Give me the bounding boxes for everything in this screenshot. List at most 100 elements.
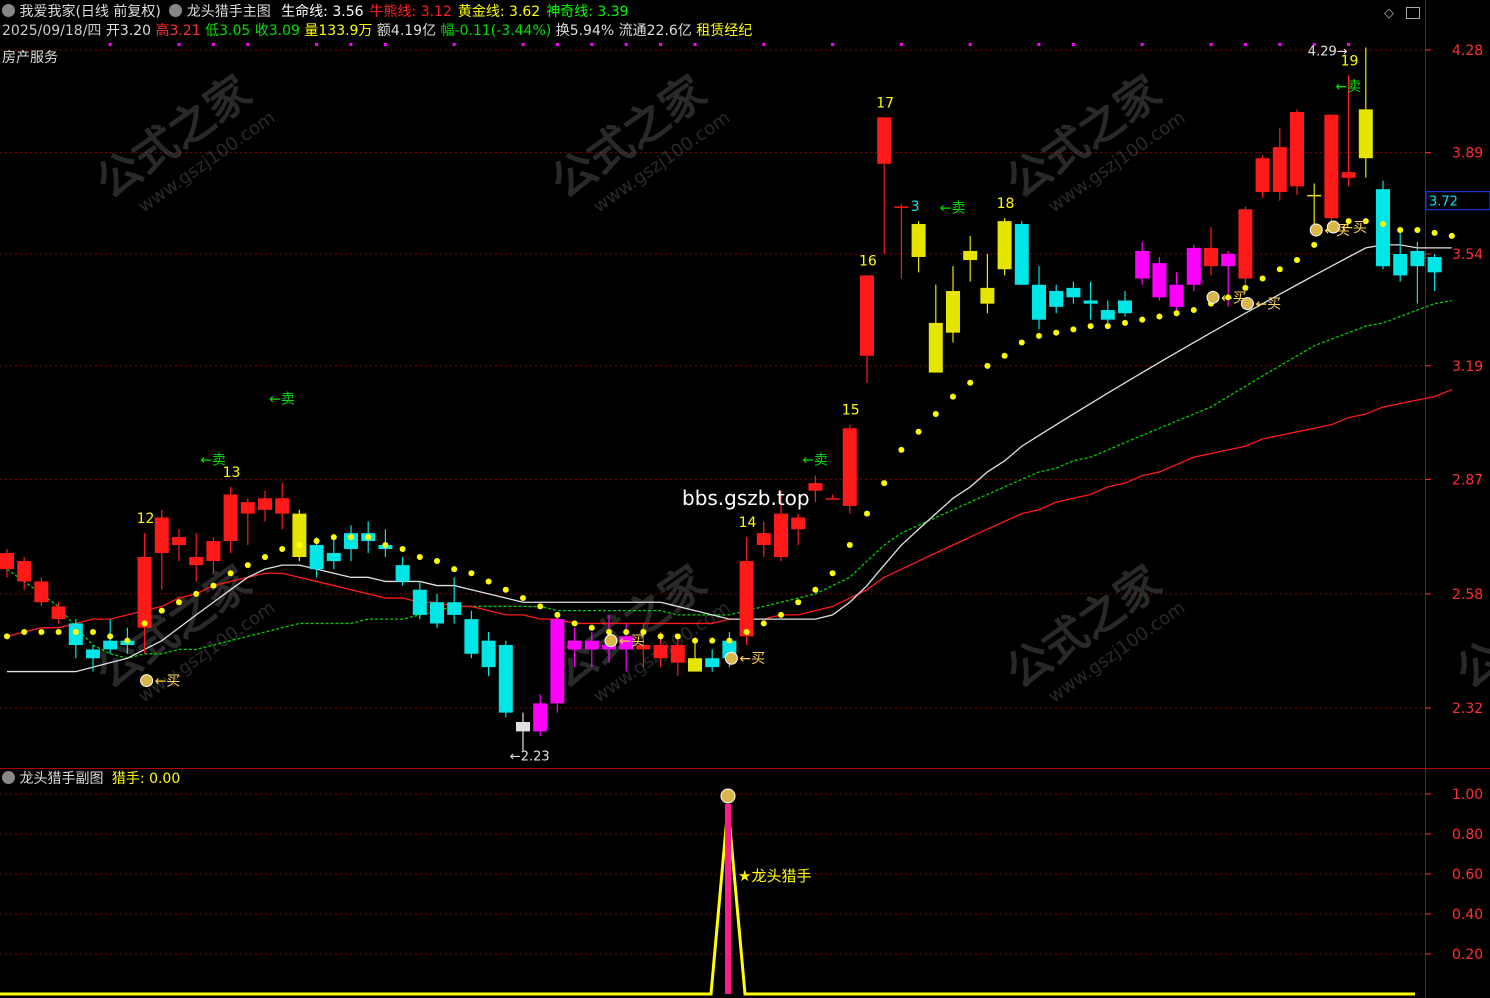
top-marker: [1071, 43, 1075, 46]
golden-dot: [193, 590, 200, 597]
golden-dot: [227, 570, 234, 577]
golden-dot: [90, 629, 96, 636]
sub-y-tick-label: 0.80: [1452, 827, 1483, 843]
golden-dot: [588, 624, 595, 631]
golden-dot: [915, 428, 922, 435]
golden-dot: [1036, 332, 1042, 339]
golden-dot: [606, 629, 612, 636]
golden-dot: [1070, 326, 1077, 333]
candle-body: [34, 581, 49, 603]
buy-signal: ←买: [1255, 297, 1281, 313]
candle-body: [137, 557, 152, 628]
count-label: 18: [997, 196, 1015, 212]
sub-y-tick-label: 1.00: [1452, 787, 1483, 803]
golden-dot: [864, 510, 870, 517]
candle-body: [550, 619, 565, 704]
sub-y-tick-label: 0.60: [1452, 867, 1483, 883]
candle-body: [103, 640, 118, 650]
candle-body: [1152, 263, 1167, 298]
candle-body: [1324, 114, 1339, 219]
sell-signal: ←卖: [269, 392, 295, 408]
money-bag-icon: [1309, 223, 1323, 237]
candle-body: [498, 645, 513, 713]
candle-body: [1393, 253, 1408, 276]
golden-dot: [898, 446, 905, 453]
candle-body: [567, 640, 582, 650]
golden-dot: [1414, 226, 1421, 233]
candle-body: [206, 541, 221, 562]
candle-body: [877, 117, 892, 164]
golden-dot: [760, 620, 767, 627]
top-marker: [762, 43, 766, 46]
candle-body: [1255, 158, 1270, 193]
candle-body: [51, 606, 66, 620]
candle-body: [1358, 109, 1373, 159]
buy-signal: ←买: [739, 651, 765, 667]
golden-dot: [416, 554, 423, 561]
golden-dot: [1122, 319, 1128, 326]
candle-body: [240, 502, 255, 514]
sub-y-tick-label: 0.40: [1452, 907, 1483, 923]
candle-body: [1169, 284, 1184, 307]
buy-signal: ←买: [619, 634, 645, 650]
signal-line: [0, 805, 1415, 996]
top-marker: [211, 43, 215, 46]
golden-dot: [244, 562, 251, 569]
candle-body: [86, 649, 100, 659]
golden-dot: [21, 629, 28, 636]
candle-body: [395, 565, 410, 582]
golden-dot: [674, 633, 681, 640]
golden-dot: [1190, 307, 1197, 314]
candle-body: [997, 221, 1012, 270]
candle-body: [326, 553, 341, 562]
sub-chart: 1.00 0.80 0.60 0.40 0.20 ★龙头猎手: [0, 787, 1483, 996]
candle-body: [894, 206, 909, 208]
golden-dot: [158, 607, 165, 614]
y-tick-label: 2.32: [1452, 701, 1483, 717]
candle-body: [1221, 253, 1236, 267]
golden-dot: [1087, 323, 1094, 330]
sell-signal: ←卖: [940, 200, 966, 216]
golden-dot: [812, 586, 819, 593]
candle-body: [1307, 194, 1322, 197]
golden-dot: [1311, 241, 1318, 248]
golden-dot: [72, 629, 79, 636]
top-marker: [590, 43, 594, 46]
candle-body: [791, 517, 806, 530]
golden-dot: [571, 620, 578, 627]
watermark: 公式之家www.gszj100.com: [997, 66, 1189, 217]
y-tick-label: 2.87: [1452, 472, 1483, 488]
buy-signal: ←买: [155, 674, 181, 690]
candle-body: [1118, 300, 1132, 314]
top-marker: [831, 43, 835, 46]
candle-body: [275, 498, 290, 514]
golden-dot: [1276, 266, 1283, 273]
golden-dot: [399, 546, 406, 553]
candle-body: [1290, 112, 1304, 187]
candle-body: [464, 619, 479, 654]
candle-body: [860, 275, 874, 356]
golden-dot: [55, 629, 62, 636]
candle-body: [1410, 250, 1425, 267]
golden-dot: [1053, 329, 1060, 336]
top-marker: [1037, 43, 1041, 46]
golden-dot: [451, 566, 458, 573]
top-marker: [246, 43, 250, 46]
golden-dot: [330, 534, 337, 541]
top-marker: [1243, 43, 1247, 46]
golden-dot: [1139, 316, 1146, 323]
candle-body: [980, 287, 995, 304]
candle-body: [292, 513, 307, 558]
candle-body: [705, 658, 720, 668]
candle-body: [412, 589, 427, 615]
money-bag-icon: [140, 674, 154, 688]
min-label: ←2.23: [510, 750, 550, 765]
count-label: 15: [842, 403, 860, 419]
golden-dot: [743, 629, 750, 636]
panel-divider: [0, 768, 1490, 769]
top-marker: [521, 43, 525, 46]
candle-body: [223, 494, 238, 542]
golden-dot: [1294, 257, 1300, 264]
count-label: 3: [911, 199, 920, 215]
candle-body: [1186, 247, 1201, 285]
